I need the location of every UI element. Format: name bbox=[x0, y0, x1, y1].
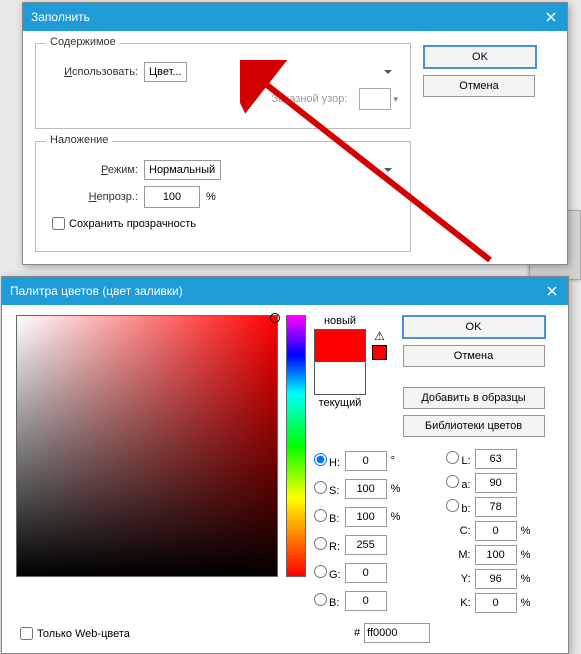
picker-title: Палитра цветов (цвет заливки) bbox=[10, 277, 183, 305]
fill-title: Заполнить bbox=[31, 3, 90, 31]
chevron-down-icon: ▾ bbox=[393, 94, 398, 105]
preserve-transparency-checkbox[interactable] bbox=[52, 217, 65, 230]
y-input[interactable] bbox=[475, 569, 517, 589]
l-radio[interactable]: L: bbox=[446, 451, 470, 467]
blending-group: Наложение Режим: Нормальный Непрозр.: % … bbox=[35, 141, 411, 252]
color-preview: новый текущий bbox=[314, 315, 366, 437]
color-libs-button[interactable]: Библиотеки цветов bbox=[403, 415, 545, 437]
contents-label: Содержимое bbox=[46, 36, 120, 48]
contents-group: Содержимое Использовать: Цвет... Заказно… bbox=[35, 43, 411, 129]
c-label: C: bbox=[446, 525, 470, 537]
g-input[interactable] bbox=[345, 563, 387, 583]
c-input[interactable] bbox=[475, 521, 517, 541]
current-label: текущий bbox=[319, 397, 362, 409]
add-swatches-button[interactable]: Добавить в образцы bbox=[403, 387, 545, 409]
bb-input[interactable] bbox=[345, 591, 387, 611]
gamut-warning-swatch[interactable] bbox=[372, 345, 387, 360]
hex-input[interactable] bbox=[364, 623, 430, 643]
y-label: Y: bbox=[446, 573, 470, 585]
ok-button[interactable]: OK bbox=[423, 45, 537, 69]
b-input[interactable] bbox=[345, 507, 387, 527]
s-radio[interactable]: S: bbox=[314, 481, 341, 497]
percent-label: % bbox=[206, 191, 216, 203]
fill-titlebar: Заполнить bbox=[23, 3, 567, 31]
r-radio[interactable]: R: bbox=[314, 537, 341, 553]
opacity-label: Непрозр.: bbox=[48, 191, 138, 203]
ok-button[interactable]: OK bbox=[402, 315, 546, 339]
preserve-transparency-label: Сохранить прозрачность bbox=[69, 218, 196, 230]
blending-label: Наложение bbox=[46, 134, 112, 146]
a-radio[interactable]: a: bbox=[446, 475, 470, 491]
lab-cmyk-group: L: a: b: C:% M:% Y:% K:% bbox=[446, 449, 552, 613]
close-icon[interactable] bbox=[535, 3, 567, 31]
picker-titlebar: Палитра цветов (цвет заливки) bbox=[2, 277, 568, 305]
close-icon[interactable] bbox=[536, 277, 568, 305]
custom-pattern-swatch bbox=[359, 88, 391, 110]
cancel-button[interactable]: Отмена bbox=[403, 345, 545, 367]
custom-pattern-label: Заказной узор: bbox=[272, 93, 348, 105]
saturation-value-field[interactable] bbox=[16, 315, 278, 577]
hue-slider[interactable] bbox=[286, 315, 306, 577]
m-input[interactable] bbox=[475, 545, 517, 565]
m-label: M: bbox=[446, 549, 470, 561]
h-radio[interactable]: H: bbox=[314, 453, 341, 469]
k-label: K: bbox=[446, 597, 470, 609]
k-input[interactable] bbox=[475, 593, 517, 613]
lab-b-input[interactable] bbox=[475, 497, 517, 517]
h-input[interactable] bbox=[345, 451, 387, 471]
cancel-button[interactable]: Отмена bbox=[423, 75, 535, 97]
hsb-rgb-group: H:° S:% B:% R: G: B: bbox=[314, 449, 422, 613]
mode-label: Режим: bbox=[48, 164, 138, 176]
new-label: новый bbox=[324, 315, 356, 327]
new-color-swatch bbox=[315, 330, 365, 362]
g-radio[interactable]: G: bbox=[314, 565, 341, 581]
web-only-checkbox[interactable]: Только Web-цвета bbox=[16, 624, 130, 643]
l-input[interactable] bbox=[475, 449, 517, 469]
r-input[interactable] bbox=[345, 535, 387, 555]
color-picker-dialog: Палитра цветов (цвет заливки) новый теку… bbox=[1, 276, 569, 654]
s-input[interactable] bbox=[345, 479, 387, 499]
fill-dialog: Заполнить Содержимое Использовать: Цвет.… bbox=[22, 2, 568, 265]
use-select[interactable]: Цвет... bbox=[144, 62, 187, 82]
current-color-swatch[interactable] bbox=[315, 362, 365, 394]
a-input[interactable] bbox=[475, 473, 517, 493]
gamut-warning-icon[interactable]: ⚠ bbox=[374, 329, 385, 343]
mode-select[interactable]: Нормальный bbox=[144, 160, 221, 180]
bb-radio[interactable]: B: bbox=[314, 593, 341, 609]
use-label: Использовать: bbox=[48, 66, 138, 78]
b-radio[interactable]: B: bbox=[314, 509, 341, 525]
lab-b-radio[interactable]: b: bbox=[446, 499, 470, 515]
opacity-input[interactable] bbox=[144, 186, 200, 208]
